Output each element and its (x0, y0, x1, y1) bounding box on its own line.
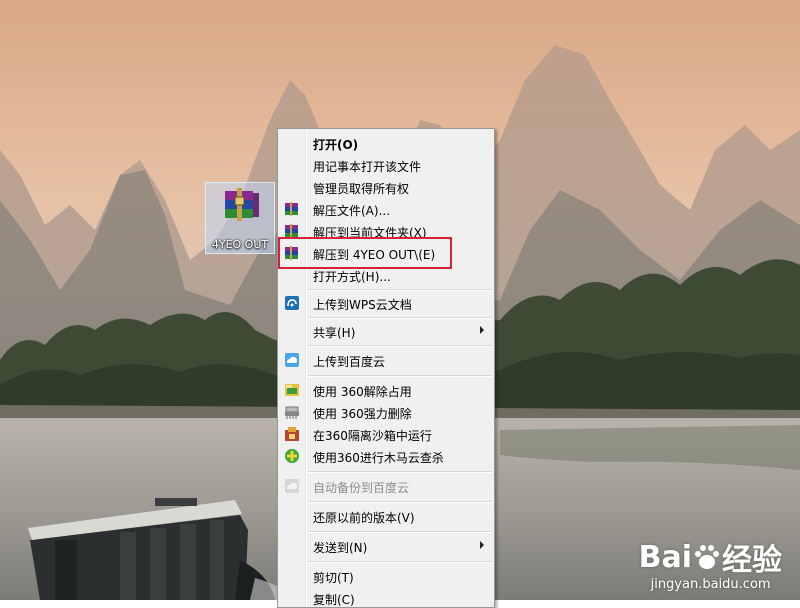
menu-separator (308, 375, 492, 377)
baidu-jingyan-watermark: Bai 经验 jingyan.baidu.com (639, 535, 782, 593)
watermark-brand: Bai 经验 (639, 535, 782, 579)
menu-item-label: 上传到WPS云文档 (313, 298, 412, 312)
menu-separator (308, 561, 492, 563)
menu-item-label: 共享(H) (313, 326, 356, 340)
menu-item-360-delete[interactable]: 使用 360强力删除 (280, 401, 492, 423)
submenu-arrow-icon (480, 326, 484, 334)
menu-separator (308, 345, 492, 347)
menu-item-label: 用记事本打开该文件 (313, 160, 422, 174)
menu-item-upload-baidu[interactable]: 上传到百度云 (280, 349, 492, 371)
menu-item-label: 发送到(N) (313, 541, 368, 555)
menu-item-open-with-notepad[interactable]: 用记事本打开该文件 (280, 154, 492, 176)
desktop-file-label: 4YEO OUT (211, 238, 269, 251)
menu-item-360-unlock[interactable]: 使用 360解除占用 (280, 379, 492, 401)
menu-item-label: 还原以前的版本(V) (313, 511, 415, 525)
menu-item-extract-files[interactable]: 解压文件(A)... (280, 198, 492, 220)
menu-item-label: 打开(O) (313, 138, 359, 152)
menu-item-cut[interactable]: 剪切(T) (280, 565, 492, 587)
menu-separator (308, 289, 492, 291)
watermark-brand-suffix: 经验 (722, 543, 782, 578)
menu-separator (308, 501, 492, 503)
context-menu: 打开(O) 用记事本打开该文件 管理员取得所有权 解压文件(A)... 解压到当… (277, 128, 495, 608)
menu-item-take-ownership[interactable]: 管理员取得所有权 (280, 176, 492, 198)
watermark-brand-prefix: Bai (638, 539, 692, 575)
menu-separator (308, 531, 492, 533)
desktop-file-icon[interactable]: 4YEO OUT (205, 182, 275, 254)
menu-separator (308, 471, 492, 473)
menu-separator (308, 317, 492, 319)
menu-item-copy[interactable]: 复制(C) (280, 587, 492, 607)
menu-item-label: 使用 360解除占用 (313, 385, 412, 399)
baidu-cloud-icon (285, 353, 299, 367)
submenu-arrow-icon (480, 541, 484, 549)
menu-item-label: 管理员取得所有权 (313, 182, 410, 196)
menu-item-send-to[interactable]: 发送到(N) (280, 535, 492, 557)
menu-item-label: 剪切(T) (313, 571, 354, 585)
menu-item-label: 使用360进行木马云查杀 (313, 451, 444, 465)
watermark-site: jingyan.baidu.com (650, 577, 771, 592)
winrar-icon (285, 202, 298, 216)
menu-item-restore-previous[interactable]: 还原以前的版本(V) (280, 505, 492, 527)
wps-cloud-icon (285, 296, 299, 310)
menu-item-label: 使用 360强力删除 (313, 407, 412, 421)
menu-item-label: 解压文件(A)... (313, 204, 391, 218)
baidu-paw-icon (695, 545, 719, 569)
360-shred-icon (285, 406, 299, 419)
menu-item-auto-backup-baidu[interactable]: 自动备份到百度云 (280, 475, 492, 497)
360-scan-icon (285, 449, 299, 463)
menu-item-open[interactable]: 打开(O) (280, 132, 492, 154)
baidu-backup-icon (285, 479, 299, 493)
360-sandbox-icon (285, 427, 299, 441)
winrar-archive-icon (225, 188, 259, 221)
menu-item-upload-wps[interactable]: 上传到WPS云文档 (280, 292, 492, 314)
menu-item-360-scan[interactable]: 使用360进行木马云查杀 (280, 445, 492, 467)
highlight-annotation-box (278, 237, 452, 269)
menu-item-label: 在360隔离沙箱中运行 (313, 429, 432, 443)
360-unlock-icon (285, 384, 299, 396)
menu-item-360-sandbox[interactable]: 在360隔离沙箱中运行 (280, 423, 492, 445)
menu-item-label: 自动备份到百度云 (313, 481, 410, 495)
menu-item-share[interactable]: 共享(H) (280, 320, 492, 342)
menu-item-label: 上传到百度云 (313, 355, 386, 369)
menu-item-label: 打开方式(H)... (313, 270, 391, 284)
